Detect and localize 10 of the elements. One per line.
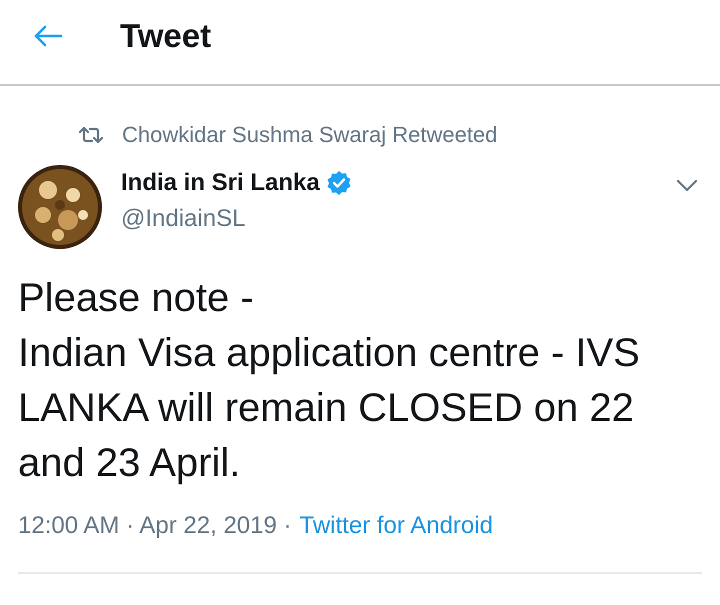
retweet-note: Chowkidar Sushma Swaraj Retweeted [122,122,498,148]
back-icon[interactable] [33,25,63,47]
tweet-text: Please note - Indian Visa application centre - IVS LANKA will remain CLOSED on 22 and 23 April. [18,275,641,487]
account-name[interactable]: India in Sri Lanka [121,169,320,197]
page-title: Tweet [120,17,212,55]
source-link[interactable]: Twitter for Android [300,512,493,540]
chevron-down-icon[interactable] [676,179,698,193]
tweet-timestamp: 12:00 AM · Apr 22, 2019 · [18,512,292,540]
account-handle[interactable]: @IndiainSL [121,205,246,233]
retweet-icon [78,126,104,144]
